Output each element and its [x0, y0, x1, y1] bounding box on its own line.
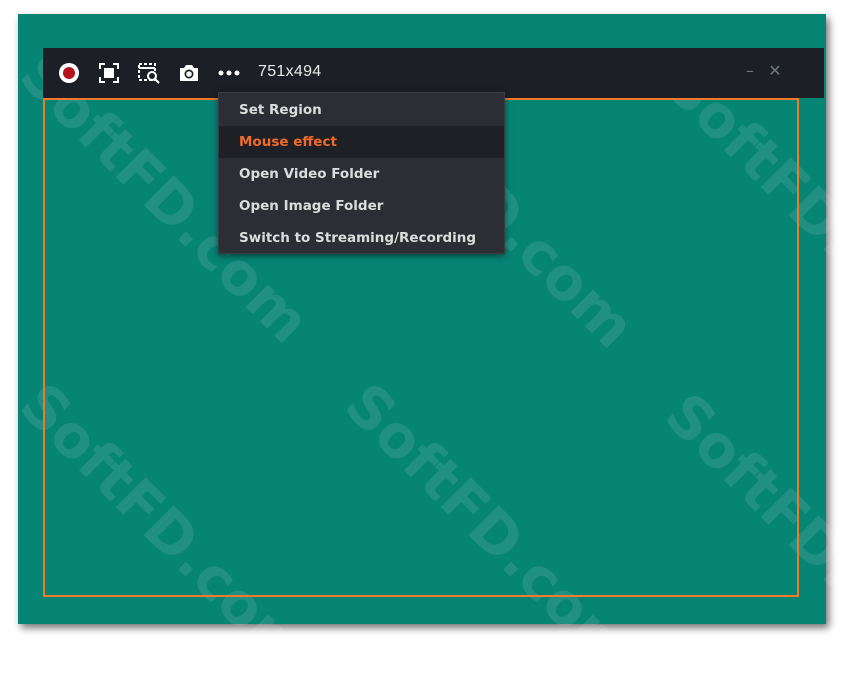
record-button[interactable] — [57, 61, 81, 85]
menu-item-set-region[interactable]: Set Region — [219, 94, 504, 126]
record-icon — [59, 63, 79, 83]
close-button[interactable]: ✕ — [766, 62, 784, 80]
menu-item-open-image-folder[interactable]: Open Image Folder — [219, 190, 504, 222]
menu-item-mouse-effect[interactable]: Mouse effect — [219, 126, 504, 158]
more-icon — [218, 70, 240, 76]
fullscreen-button[interactable] — [97, 61, 121, 85]
menu-item-switch-streaming-recording[interactable]: Switch to Streaming/Recording — [219, 222, 504, 254]
select-window-button[interactable] — [137, 61, 161, 85]
region-dimensions: 751x494 — [258, 63, 322, 80]
screenshot-frame: SoftFD.com SoftFD.com SoftFD.com SoftFD.… — [0, 0, 848, 696]
more-options-menu: Set Region Mouse effect Open Video Folde… — [218, 92, 505, 254]
select-window-icon — [138, 63, 160, 84]
minimize-button[interactable]: – — [741, 62, 759, 80]
screenshot-button[interactable] — [177, 61, 201, 85]
menu-item-open-video-folder[interactable]: Open Video Folder — [219, 158, 504, 190]
recorder-toolbar: 751x494 – ✕ — [43, 48, 824, 98]
camera-icon — [180, 65, 198, 81]
more-options-button[interactable] — [217, 61, 241, 85]
fullscreen-icon — [99, 63, 119, 83]
